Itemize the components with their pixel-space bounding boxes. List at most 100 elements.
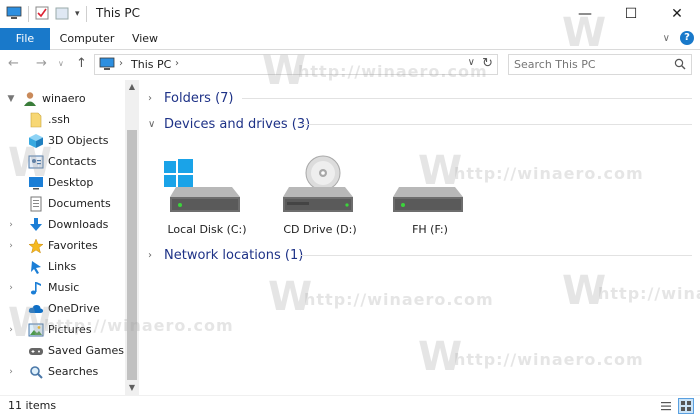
expand-ribbon-icon[interactable]: ∨ — [663, 33, 670, 44]
expand-arrow-icon[interactable]: › — [6, 283, 16, 293]
sidebar-item-3d-objects[interactable]: 3D Objects — [0, 130, 125, 151]
expand-arrow-icon[interactable]: › — [6, 367, 16, 377]
cube-icon — [28, 133, 44, 149]
star-icon — [28, 237, 44, 254]
computer-icon[interactable] — [6, 6, 22, 23]
breadcrumb-this-pc[interactable]: This PC — [131, 58, 171, 71]
sidebar-item-onedrive[interactable]: OneDrive — [0, 298, 125, 319]
drive-f[interactable]: FH (F:) — [385, 155, 475, 240]
sidebar-item-label: Pictures — [48, 323, 92, 336]
drive-label: Local Disk (C:) — [167, 223, 247, 236]
chevron-down-icon: ∨ — [148, 118, 156, 130]
maximize-button[interactable]: ☐ — [608, 0, 654, 28]
user-icon — [22, 91, 38, 107]
refresh-icon[interactable]: ↻ — [482, 56, 493, 71]
link-icon — [28, 259, 44, 275]
sidebar-item-contacts[interactable]: Contacts — [0, 151, 125, 172]
folder-icon — [28, 112, 44, 128]
sidebar-item-pictures[interactable]: › Pictures — [0, 319, 125, 340]
sidebar-item-favorites[interactable]: › Favorites — [0, 235, 125, 256]
search-input[interactable] — [514, 58, 664, 71]
drive-d[interactable]: CD Drive (D:) — [275, 155, 365, 240]
sidebar-item-saved-games[interactable]: Saved Games — [0, 340, 125, 361]
group-network[interactable]: › Network locations (1) — [148, 245, 303, 265]
sidebar-item-label: Desktop — [48, 176, 94, 189]
sidebar-item-label: Links — [48, 260, 77, 273]
sidebar-item-winaero[interactable]: ▼ winaero — [0, 88, 125, 109]
sidebar-item-label: OneDrive — [48, 302, 100, 315]
tab-view[interactable]: View — [124, 28, 166, 50]
up-icon[interactable]: ↑ — [76, 55, 87, 73]
desktop-icon — [28, 175, 44, 191]
address-box[interactable]: › This PC › ∨ ↻ — [94, 54, 498, 75]
search-icon — [28, 364, 44, 380]
contacts-icon — [28, 154, 44, 170]
cd-drive-icon — [283, 155, 353, 212]
quick-access-toolbar: ▾ — [6, 5, 87, 23]
scroll-down-icon[interactable]: ▼ — [125, 381, 139, 395]
breadcrumb-chevron-icon[interactable]: › — [119, 58, 123, 69]
group-folders[interactable]: › Folders (7) — [148, 88, 234, 108]
sidebar-item-searches[interactable]: › Searches — [0, 361, 125, 382]
sidebar-item-downloads[interactable]: › Downloads — [0, 214, 125, 235]
window-controls: — ☐ ✕ — [562, 0, 700, 28]
window-title: This PC — [96, 6, 140, 20]
expand-arrow-icon[interactable]: › — [6, 325, 16, 335]
sidebar-scrollbar[interactable]: ▲ ▼ — [125, 80, 139, 395]
sidebar-item-label: winaero — [42, 92, 86, 105]
help-icon[interactable]: ? — [680, 31, 694, 45]
group-network-label: Network locations (1) — [164, 247, 304, 263]
address-dropdown-icon[interactable]: ∨ — [468, 57, 475, 68]
status-bar: 11 items — [0, 395, 700, 415]
scroll-up-icon[interactable]: ▲ — [125, 80, 139, 94]
qat-dropdown-icon[interactable]: ▾ — [75, 9, 80, 19]
qat-divider — [28, 6, 29, 22]
chevron-right-icon: › — [148, 92, 152, 104]
details-view-icon[interactable] — [658, 398, 674, 414]
cloud-icon — [28, 301, 44, 317]
title-bar: ▾ This PC — ☐ ✕ — [0, 0, 700, 28]
sidebar-item-label: Music — [48, 281, 80, 294]
download-icon — [28, 217, 44, 233]
sidebar-item-label: Favorites — [48, 239, 98, 252]
expand-arrow-icon[interactable]: › — [6, 241, 16, 251]
close-button[interactable]: ✕ — [654, 0, 700, 28]
sidebar-item-desktop[interactable]: Desktop — [0, 172, 125, 193]
ribbon-right-controls: ∨ ? — [663, 31, 694, 45]
group-folders-label: Folders (7) — [164, 90, 234, 106]
drive-label: CD Drive (D:) — [283, 223, 357, 236]
windows-drive-icon — [164, 159, 240, 212]
sidebar-item-label: Searches — [48, 365, 99, 378]
search-icon[interactable] — [674, 58, 686, 73]
forward-icon[interactable]: → — [36, 55, 47, 73]
drive-label: FH (F:) — [412, 223, 448, 236]
recent-locations-icon[interactable]: ∨ — [58, 55, 64, 73]
expand-arrow-icon[interactable]: › — [6, 220, 16, 230]
ribbon-tabs: File Computer View ∨ ? — [0, 28, 700, 50]
tiles-view-icon[interactable] — [678, 398, 694, 414]
sidebar-item-music[interactable]: › Music — [0, 277, 125, 298]
scrollbar-thumb[interactable] — [127, 130, 137, 380]
collapse-arrow-icon[interactable]: ▼ — [6, 94, 16, 104]
item-count: 11 items — [8, 399, 57, 412]
sidebar-item-ssh[interactable]: .ssh — [0, 109, 125, 130]
minimize-button[interactable]: — — [562, 0, 608, 28]
back-icon[interactable]: ← — [8, 55, 19, 73]
sidebar-item-documents[interactable]: Documents — [0, 193, 125, 214]
breadcrumb-chevron-icon[interactable]: › — [175, 58, 179, 69]
sidebar-item-label: Contacts — [48, 155, 97, 168]
group-devices[interactable]: ∨ Devices and drives (3) — [148, 114, 310, 134]
tab-computer[interactable]: Computer — [58, 28, 116, 50]
properties-icon[interactable] — [35, 6, 49, 23]
search-box — [508, 54, 692, 75]
sidebar-item-label: .ssh — [48, 113, 70, 126]
address-bar-row: ← → ∨ ↑ › This PC › ∨ ↻ — [0, 51, 700, 77]
tab-file[interactable]: File — [0, 28, 50, 50]
sidebar-item-label: Saved Games — [48, 344, 124, 357]
sidebar-item-label: Documents — [48, 197, 111, 210]
drive-c[interactable]: Local Disk (C:) — [162, 155, 252, 240]
sidebar-item-links[interactable]: Links — [0, 256, 125, 277]
navigation-pane: ▼ winaero .ssh 3D Objects Contacts Deskt… — [0, 80, 125, 395]
new-folder-icon[interactable] — [55, 6, 69, 23]
this-pc-icon — [99, 57, 115, 74]
